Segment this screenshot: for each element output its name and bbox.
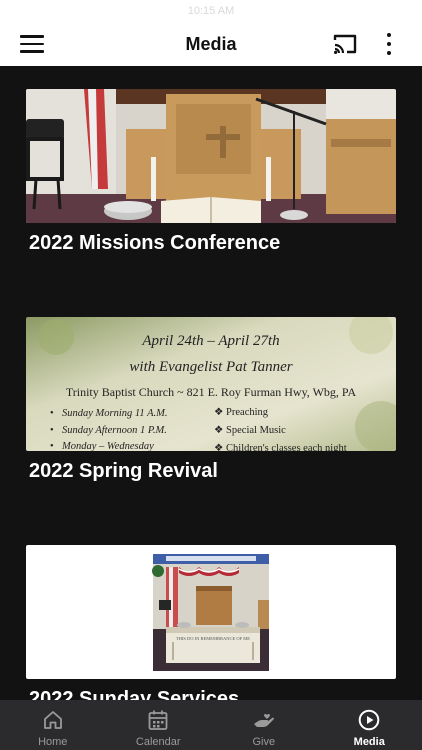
svg-text:•: •	[50, 408, 54, 419]
nav-item-media[interactable]: Media	[317, 700, 422, 750]
play-circle-icon	[358, 709, 380, 731]
nav-item-home[interactable]: Home	[0, 700, 106, 750]
media-card-sunday-services[interactable]: THIS DO IN REMEMBRANCE OF ME 2022 Sunday…	[26, 545, 396, 700]
svg-text:•: •	[50, 425, 54, 436]
flyer-feature-item: ❖ Special Music	[214, 425, 286, 436]
status-bar: 10:15 AM	[0, 0, 422, 22]
nav-item-calendar[interactable]: Calendar	[106, 700, 212, 750]
bottom-nav: Home Calendar Give Media	[0, 700, 422, 750]
flyer-schedule-item: Sunday Afternoon 1 P.M.	[62, 425, 167, 436]
revival-flyer: April 24th – April 27th with Evangelist …	[26, 317, 396, 451]
flyer-speaker: with Evangelist Pat Tanner	[129, 359, 292, 375]
flyer-schedule-item: Monday – Wednesday	[61, 441, 154, 451]
media-title: 2022 Spring Revival	[29, 460, 218, 482]
flyer-schedule-item: Sunday Morning 11 A.M.	[62, 408, 167, 419]
calendar-icon	[148, 710, 168, 730]
app-bar: Media	[0, 22, 422, 66]
media-list: 2022 Missions Conference April 24th – Ap…	[0, 66, 422, 700]
media-card-spring-revival[interactable]: April 24th – April 27th with Evangelist …	[26, 317, 396, 483]
nav-label: Calendar	[135, 736, 181, 748]
give-hand-icon	[253, 714, 274, 727]
nav-item-give[interactable]: Give	[211, 700, 317, 750]
church-pulpit-photo	[26, 89, 396, 223]
nav-label: Home	[38, 736, 68, 748]
svg-text:•: •	[50, 441, 54, 451]
flyer-feature-item: ❖ Preaching	[214, 407, 269, 418]
flyer-feature-item: ❖ Children's classes each night	[214, 443, 347, 451]
media-title: 2022 Missions Conference	[29, 232, 281, 254]
media-title: 2022 Sunday Services	[29, 688, 240, 700]
nav-label: Give	[252, 736, 276, 748]
media-card-missions-conference[interactable]: 2022 Missions Conference	[26, 89, 396, 255]
page-title: Media	[185, 34, 237, 54]
svg-text:THIS DO IN REMEMBRANCE OF ME: THIS DO IN REMEMBRANCE OF ME	[176, 636, 250, 641]
status-time: 10:15 AM	[187, 5, 235, 17]
sanctuary-photo: THIS DO IN REMEMBRANCE OF ME	[26, 545, 396, 679]
more-vertical-icon[interactable]	[382, 31, 396, 57]
nav-label: Media	[353, 736, 385, 748]
cast-icon[interactable]	[332, 32, 358, 56]
home-icon	[43, 711, 62, 729]
flyer-church: Trinity Baptist Church ~ 821 E. Roy Furm…	[66, 385, 357, 399]
flyer-dates: April 24th – April 27th	[141, 333, 279, 349]
